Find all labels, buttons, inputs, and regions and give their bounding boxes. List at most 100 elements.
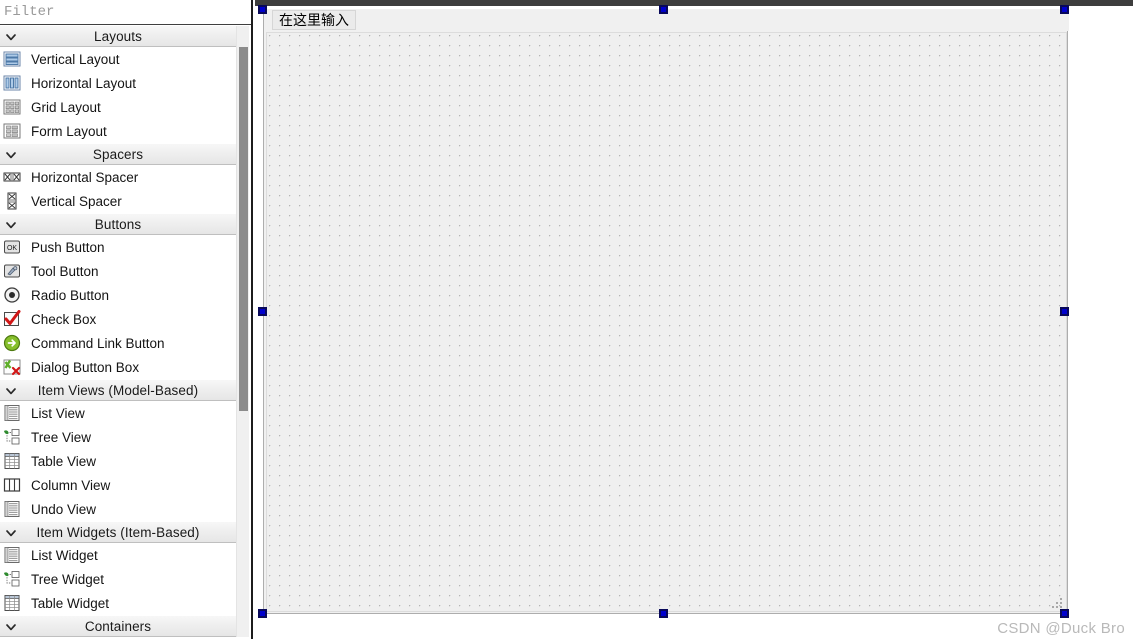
chevron-down-icon[interactable] <box>2 26 20 48</box>
category-header-item-views-model-based[interactable]: Item Views (Model-Based) <box>0 379 236 401</box>
category-header-layouts[interactable]: Layouts <box>0 25 236 47</box>
vertical-layout-icon <box>3 50 23 68</box>
tree-widget-icon <box>3 570 23 588</box>
category-label: Layouts <box>94 28 142 44</box>
category-header-item-widgets-item-based[interactable]: Item Widgets (Item-Based) <box>0 521 236 543</box>
widget-item-check-box[interactable]: Check Box <box>0 307 236 331</box>
handle-top-right[interactable] <box>1060 5 1069 14</box>
widget-item-label: Column View <box>31 477 111 493</box>
watermark-text: CSDN @Duck Bro <box>997 620 1125 637</box>
widget-item-column-view[interactable]: Column View <box>0 473 236 497</box>
widget-item-label: Table Widget <box>31 595 110 611</box>
widget-item-horizontal-layout[interactable]: Horizontal Layout <box>0 71 236 95</box>
widget-item-label: Check Box <box>31 311 97 327</box>
widget-item-label: Vertical Layout <box>31 51 120 67</box>
widget-item-horizontal-spacer[interactable]: Horizontal Spacer <box>0 165 236 189</box>
widget-item-label: Tree View <box>31 429 92 445</box>
widget-item-table-widget[interactable]: Table Widget <box>0 591 236 615</box>
form-layout-icon <box>3 122 23 140</box>
table-view-icon <box>3 452 23 470</box>
chevron-down-icon[interactable] <box>2 380 20 402</box>
widget-item-undo-view[interactable]: Undo View <box>0 497 236 521</box>
list-view-icon <box>3 404 23 422</box>
widget-item-label: List Widget <box>31 547 98 563</box>
widget-item-label: Dialog Button Box <box>31 359 140 375</box>
handle-middle-right[interactable] <box>1060 307 1069 316</box>
grid-layout-icon <box>3 98 23 116</box>
widget-item-table-view[interactable]: Table View <box>0 449 236 473</box>
widget-item-label: Horizontal Spacer <box>31 169 139 185</box>
widget-box-scroll-area[interactable]: Layouts Vertical Layout Horizontal Layout G… <box>0 25 251 639</box>
widget-item-label: Radio Button <box>31 287 110 303</box>
widget-box-tree: Layouts Vertical Layout Horizontal Layout G… <box>0 25 236 637</box>
widget-item-label: Tree Widget <box>31 571 105 587</box>
widget-item-label: List View <box>31 405 85 421</box>
column-view-icon <box>3 476 23 494</box>
tree-view-icon <box>3 428 23 446</box>
undo-view-icon <box>3 500 23 518</box>
chevron-down-icon[interactable] <box>2 522 20 544</box>
filter-row <box>0 0 251 25</box>
widget-item-dialog-button-box[interactable]: Dialog Button Box <box>0 355 236 379</box>
category-label: Spacers <box>92 146 144 162</box>
check-box-icon <box>3 310 23 328</box>
handle-top-center[interactable] <box>659 5 668 14</box>
widget-item-form-layout[interactable]: Form Layout <box>0 119 236 143</box>
designed-form-window[interactable]: 在这里输入 <box>263 9 1069 614</box>
handle-middle-left[interactable] <box>258 307 267 316</box>
widget-item-grid-layout[interactable]: Grid Layout <box>0 95 236 119</box>
horizontal-spacer-icon <box>3 168 23 186</box>
radio-button-icon <box>3 286 23 304</box>
widget-item-label: Command Link Button <box>31 335 165 351</box>
handle-bottom-center[interactable] <box>659 609 668 618</box>
qt-designer-window: Layouts Vertical Layout Horizontal Layout G… <box>0 0 1133 639</box>
list-widget-icon <box>3 546 23 564</box>
widget-item-label: Vertical Spacer <box>31 193 122 209</box>
push-button-icon: OK <box>3 238 23 256</box>
horizontal-layout-icon <box>3 74 23 92</box>
widget-item-vertical-spacer[interactable]: Vertical Spacer <box>0 189 236 213</box>
widget-item-label: Grid Layout <box>31 99 101 115</box>
widget-box-scrollbar-thumb[interactable] <box>239 47 248 411</box>
form-central-widget[interactable] <box>266 32 1067 612</box>
widget-box-panel: Layouts Vertical Layout Horizontal Layout G… <box>0 0 253 639</box>
widget-item-label: Tool Button <box>31 263 99 279</box>
chevron-down-icon[interactable] <box>2 616 20 638</box>
widget-item-tool-button[interactable]: Tool Button <box>0 259 236 283</box>
widget-item-label: Push Button <box>31 239 105 255</box>
widget-item-list-view[interactable]: List View <box>0 401 236 425</box>
command-link-button-icon <box>3 334 23 352</box>
widget-item-label: Table View <box>31 453 97 469</box>
widget-item-list-widget[interactable]: List Widget <box>0 543 236 567</box>
menubar-type-here-placeholder[interactable]: 在这里输入 <box>272 10 356 30</box>
handle-top-left[interactable] <box>258 5 267 14</box>
widget-item-label: Horizontal Layout <box>31 75 137 91</box>
handle-bottom-right[interactable] <box>1060 609 1069 618</box>
tool-button-icon <box>3 262 23 280</box>
widget-item-label: Undo View <box>31 501 97 517</box>
category-header-containers[interactable]: Containers <box>0 615 236 637</box>
category-label: Containers <box>84 618 152 634</box>
widget-item-vertical-layout[interactable]: Vertical Layout <box>0 47 236 71</box>
widget-item-push-button[interactable]: OK Push Button <box>0 235 236 259</box>
filter-input[interactable] <box>0 0 251 24</box>
widget-item-tree-widget[interactable]: Tree Widget <box>0 567 236 591</box>
widget-item-command-link-button[interactable]: Command Link Button <box>0 331 236 355</box>
svg-text:OK: OK <box>7 245 17 252</box>
category-label: Item Widgets (Item-Based) <box>36 524 200 540</box>
category-label: Buttons <box>94 216 142 232</box>
form-editor-area: 在这里输入 <box>255 0 1133 639</box>
widget-item-label: Form Layout <box>31 123 107 139</box>
category-header-buttons[interactable]: Buttons <box>0 213 236 235</box>
widget-box-scrollbar[interactable] <box>236 26 249 637</box>
dialog-button-box-icon <box>3 358 23 376</box>
category-label: Item Views (Model-Based) <box>37 382 199 398</box>
chevron-down-icon[interactable] <box>2 214 20 236</box>
editor-top-strip <box>255 0 1133 6</box>
category-header-spacers[interactable]: Spacers <box>0 143 236 165</box>
handle-bottom-left[interactable] <box>258 609 267 618</box>
widget-item-radio-button[interactable]: Radio Button <box>0 283 236 307</box>
chevron-down-icon[interactable] <box>2 144 20 166</box>
table-widget-icon <box>3 594 23 612</box>
widget-item-tree-view[interactable]: Tree View <box>0 425 236 449</box>
